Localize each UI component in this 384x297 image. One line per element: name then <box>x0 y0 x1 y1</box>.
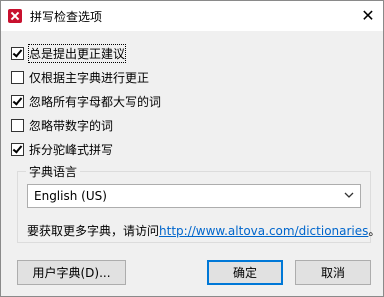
option-ignore-numbers[interactable]: 忽略带数字的词 <box>11 113 161 137</box>
title-bar: 拼写检查选项 ✕ <box>1 1 383 31</box>
option-split-camelcase[interactable]: 拆分驼峰式拼写 <box>11 137 161 161</box>
app-icon <box>8 9 22 23</box>
option-label: 拆分驼峰式拼写 <box>29 142 114 157</box>
dictionaries-link[interactable]: http://www.altova.com/dictionaries <box>159 224 368 238</box>
options-list: 总是提出更正建议 仅根据主字典进行更正 忽略所有字母都大写的词 忽略带数字的词 … <box>11 41 161 161</box>
option-label: 忽略带数字的词 <box>29 118 114 133</box>
option-label: 总是提出更正建议 <box>27 43 127 63</box>
dialog-title: 拼写检查选项 <box>30 10 103 24</box>
checkbox[interactable] <box>11 118 24 132</box>
info-suffix: 。 <box>368 224 381 238</box>
spell-check-options-dialog: 拼写检查选项 ✕ 总是提出更正建议 仅根据主字典进行更正 忽略所有字母都大写的词… <box>0 0 384 297</box>
group-title: 字典语言 <box>26 163 81 180</box>
option-label: 忽略所有字母都大写的词 <box>29 94 162 109</box>
user-dictionary-button[interactable]: 用户字典(D)... <box>17 260 126 285</box>
option-main-dictionary-only[interactable]: 仅根据主字典进行更正 <box>11 65 161 89</box>
checkbox[interactable] <box>11 70 24 84</box>
dictionary-language-group: 字典语言 English (US) 要获取更多字典，请访问http://www.… <box>17 163 380 243</box>
ok-button[interactable]: 确定 <box>207 260 283 285</box>
language-dropdown[interactable]: English (US) <box>27 184 361 208</box>
chevron-down-icon[interactable] <box>344 189 354 201</box>
cancel-button[interactable]: 取消 <box>295 260 371 285</box>
checkbox[interactable] <box>11 94 24 108</box>
close-icon[interactable]: ✕ <box>353 1 383 31</box>
info-prefix: 要获取更多字典，请访问 <box>27 224 160 238</box>
checkbox[interactable] <box>11 142 24 156</box>
checkbox[interactable] <box>11 46 24 60</box>
option-label: 仅根据主字典进行更正 <box>29 70 150 85</box>
dictionary-info: 要获取更多字典，请访问http://www.altova.com/diction… <box>27 222 380 239</box>
language-selected: English (US) <box>34 189 107 203</box>
option-always-suggest[interactable]: 总是提出更正建议 <box>11 41 161 65</box>
option-ignore-uppercase[interactable]: 忽略所有字母都大写的词 <box>11 89 161 113</box>
